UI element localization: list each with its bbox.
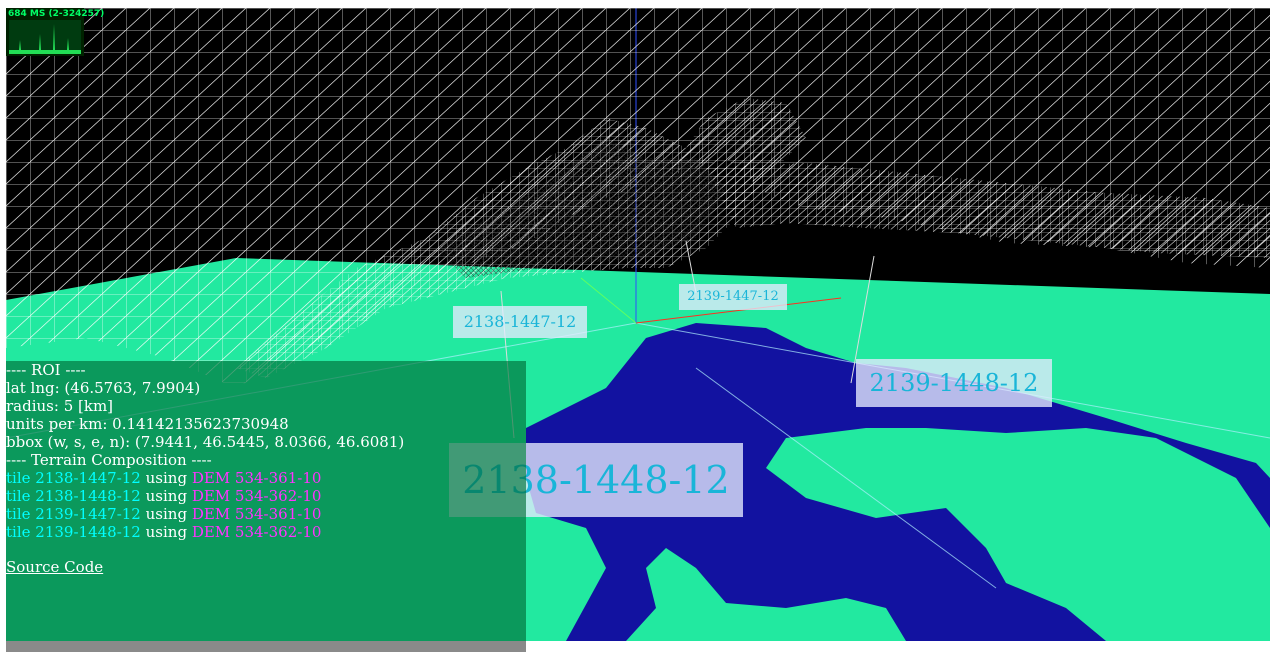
roi-bbox: bbox (w, s, e, n): (7.9441, 46.5445, 8.0…	[6, 433, 405, 451]
roi-lat-lng: lat lng: (46.5763, 7.9904)	[6, 379, 201, 397]
roi-radius: radius: 5 [km]	[6, 397, 114, 415]
composition-row: tile 2138-1448-12 using DEM 534-362-10	[6, 487, 322, 505]
tile-name: 2139-1447-12	[35, 505, 141, 523]
composition-row: tile 2138-1447-12 using DEM 534-361-10	[6, 469, 322, 487]
dem-name: DEM 534-361-10	[191, 505, 322, 523]
composition-row: tile 2139-1447-12 using DEM 534-361-10	[6, 505, 322, 523]
composition-header: ---- Terrain Composition ----	[6, 451, 212, 469]
fps-stats-panel[interactable]: 684 MS (2-324257)	[6, 8, 104, 56]
tile-name: 2138-1447-12	[35, 469, 141, 487]
roi-info: ---- ROI ---- lat lng: (46.5763, 7.9904)…	[6, 361, 404, 576]
tile-label-2138-1447: 2138-1447-12	[453, 306, 587, 338]
tile-name: 2139-1448-12	[35, 523, 141, 541]
tile-name: 2138-1448-12	[35, 487, 141, 505]
fps-stats-graph	[9, 20, 81, 54]
fps-stats-text: 684 MS (2-324257)	[8, 9, 105, 19]
tile-label-2139-1448: 2139-1448-12	[856, 359, 1052, 407]
tile-label-2139-1447: 2139-1447-12	[679, 284, 787, 310]
dem-name: DEM 534-361-10	[191, 469, 322, 487]
roi-header: ---- ROI ----	[6, 361, 86, 379]
dem-name: DEM 534-362-10	[191, 523, 322, 541]
info-panel-scrollbar[interactable]	[6, 641, 526, 652]
source-code-link[interactable]: Source Code	[6, 558, 103, 576]
roi-units-per-km: units per km: 0.14142135623730948	[6, 415, 289, 433]
dem-name: DEM 534-362-10	[191, 487, 322, 505]
composition-row: tile 2139-1448-12 using DEM 534-362-10	[6, 523, 322, 541]
